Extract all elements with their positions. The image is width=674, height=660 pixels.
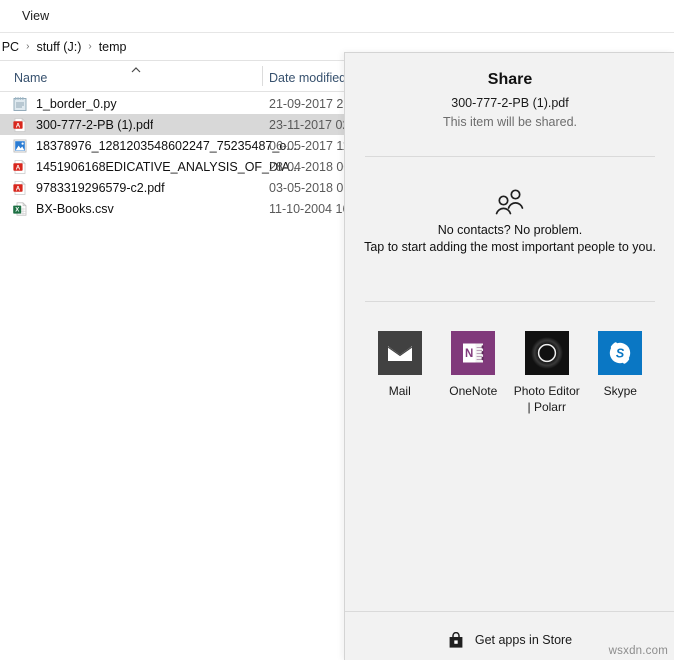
- breadcrumb-item-stuff-j[interactable]: stuff (J:): [36, 40, 81, 54]
- screenshot-root: View s PC › stuff (J:) › temp Name Date …: [0, 0, 674, 660]
- breadcrumb-item-temp[interactable]: temp: [99, 40, 127, 54]
- share-panel-title: Share: [487, 71, 533, 88]
- share-flyout-panel: Share 300-777-2-PB (1).pdf This item wil…: [344, 52, 674, 660]
- share-target-skype[interactable]: S Skype: [585, 331, 655, 415]
- share-panel-subtitle: This item will be shared.: [442, 115, 578, 129]
- pdf-file-icon: A: [12, 180, 28, 196]
- file-name: 18378976_1281203548602247_75235487_o....: [36, 138, 301, 153]
- file-date-modified: 23-11-2017 02: [269, 117, 350, 132]
- watermark: wsxdn.com: [608, 645, 668, 657]
- csv-file-icon: X: [12, 201, 28, 217]
- app-label: OneNote: [449, 384, 498, 398]
- column-header-name[interactable]: Name: [14, 71, 47, 85]
- ribbon-tab-view[interactable]: View: [22, 9, 49, 23]
- skype-app-icon[interactable]: S: [598, 331, 643, 375]
- contacts-empty-state[interactable]: No contacts? No problem. Tap to start ad…: [345, 185, 674, 254]
- share-target-polarr[interactable]: Photo Editor | Polarr: [512, 331, 582, 415]
- app-label: Skype: [603, 384, 637, 398]
- svg-text:A: A: [16, 122, 21, 129]
- share-target-onenote[interactable]: N OneNote: [438, 331, 508, 415]
- share-target-mail[interactable]: Mail: [365, 331, 435, 415]
- breadcrumb-separator-icon: ›: [26, 40, 30, 52]
- contacts-empty-heading: No contacts? No problem.: [437, 223, 583, 237]
- svg-text:S: S: [616, 347, 625, 361]
- divider: [365, 301, 655, 302]
- breadcrumb-separator-icon: ›: [88, 40, 92, 52]
- file-date-modified: 11-10-2004 16: [269, 201, 350, 216]
- pdf-file-icon: A: [12, 117, 28, 133]
- python-file-icon: [12, 96, 28, 112]
- app-label: Mail: [388, 384, 411, 398]
- column-header-date-modified[interactable]: Date modified: [269, 71, 346, 85]
- file-date-modified: 06-05-2017 11: [269, 138, 350, 153]
- share-target-filename: 300-777-2-PB (1).pdf: [451, 96, 569, 110]
- pdf-file-icon: A: [12, 159, 28, 175]
- file-name: 9783319296579-c2.pdf: [36, 180, 165, 195]
- file-name: BX-Books.csv: [36, 201, 114, 216]
- ribbon-bar: View: [0, 0, 674, 33]
- breadcrumb-item-this-pc[interactable]: s PC: [0, 40, 19, 54]
- svg-text:X: X: [15, 207, 19, 213]
- file-name: 1_border_0.py: [36, 96, 117, 111]
- file-date-modified: 03-05-2018 02: [269, 180, 351, 195]
- divider: [365, 156, 655, 157]
- image-file-icon: [12, 138, 28, 154]
- contacts-empty-subtext: Tap to start adding the most important p…: [364, 240, 656, 254]
- chevron-up-icon: [131, 67, 141, 73]
- onenote-app-icon[interactable]: N: [451, 331, 496, 375]
- file-name: 1451906168EDICATIVE_ANALYSIS_OF_DIA...: [36, 159, 301, 174]
- polarr-app-icon[interactable]: [524, 331, 569, 375]
- svg-text:A: A: [16, 164, 21, 171]
- file-date-modified: 28-04-2018 00: [269, 159, 351, 174]
- svg-text:A: A: [16, 185, 21, 192]
- app-label: Photo Editor | Polarr: [513, 384, 580, 414]
- mail-app-icon[interactable]: [377, 331, 422, 375]
- get-apps-in-store-label: Get apps in Store: [474, 633, 573, 647]
- shopping-bag-icon: [449, 631, 463, 648]
- people-icon: [495, 189, 524, 215]
- share-target-app-list: Mail N OneNote Photo Editor | Polarr S S…: [345, 331, 674, 415]
- svg-text:N: N: [465, 348, 473, 360]
- column-divider[interactable]: [262, 66, 263, 86]
- divider: [345, 611, 674, 612]
- file-date-modified: 21-09-2017 22: [269, 96, 351, 111]
- file-name: 300-777-2-PB (1).pdf: [36, 117, 154, 132]
